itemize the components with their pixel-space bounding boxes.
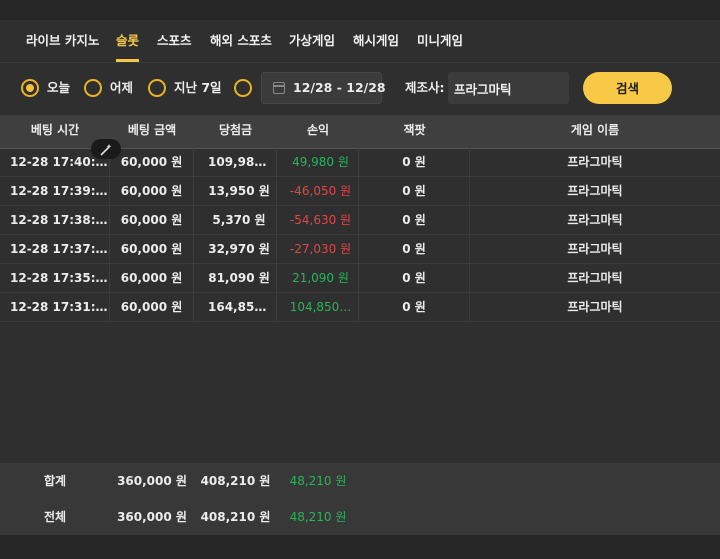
cell-bet-time: 12-28 17:31:… xyxy=(0,293,110,321)
cell-game-name: 프라그마틱 xyxy=(567,213,623,227)
filter-bar: 오늘 어제 지난 7일 12/28 - 12/28 제조사: 검색 xyxy=(0,62,720,115)
summary-row-subtotal: 합계 360,000 원 408,210 원 48,210 원 xyxy=(0,463,720,499)
radio-yesterday[interactable] xyxy=(84,79,102,97)
cell-jackpot: 0 원 xyxy=(359,235,470,263)
cell-jackpot: 0 원 xyxy=(359,206,470,234)
summary-label: 합계 xyxy=(43,474,67,488)
cell-game-name: 프라그마틱 xyxy=(567,242,623,256)
tab-live-casino[interactable]: 라이브 카지노 xyxy=(26,20,99,62)
column-jackpot[interactable]: 잭팟 xyxy=(359,115,470,148)
summary-footer: 합계 360,000 원 408,210 원 48,210 원 전체 360,0… xyxy=(0,463,720,535)
cell-bet-amount: 60,000 원 xyxy=(110,264,194,292)
summary-win-total: 408,210 원 xyxy=(200,510,271,524)
summary-win-total: 408,210 원 xyxy=(200,474,271,488)
column-game-name[interactable]: 게임 이름 xyxy=(470,115,720,148)
radio-yesterday-label[interactable]: 어제 xyxy=(110,79,133,97)
cell-winnings: 5,370 원 xyxy=(194,206,277,234)
cell-winnings: 13,950 원 xyxy=(194,177,277,205)
game-category-tabs: 라이브 카지노 슬롯 스포츠 해외 스포츠 가상게임 해시게임 미니게임 xyxy=(0,20,720,62)
cell-jackpot: 0 원 xyxy=(359,293,470,321)
cell-game-name: 프라그마틱 xyxy=(567,155,623,169)
tab-overseas-sports[interactable]: 해외 스포츠 xyxy=(210,20,272,62)
cell-jackpot: 0 원 xyxy=(359,148,470,176)
tab-virtual-game[interactable]: 가상게임 xyxy=(289,20,335,62)
radio-last-7-days[interactable] xyxy=(148,79,166,97)
summary-label: 전체 xyxy=(43,510,67,524)
cell-bet-time: 12-28 17:38:… xyxy=(0,206,110,234)
tab-sports[interactable]: 스포츠 xyxy=(157,20,192,62)
cell-profit-loss: 49,980 원 xyxy=(277,148,359,176)
calendar-icon xyxy=(273,82,285,94)
summary-profit-loss: 48,210 원 xyxy=(289,510,347,524)
cell-winnings: 164,850… xyxy=(194,293,277,321)
summary-profit-loss: 48,210 원 xyxy=(289,474,347,488)
date-range-text: 12/28 - 12/28 xyxy=(293,80,386,95)
radio-last-7-days-label[interactable]: 지난 7일 xyxy=(174,79,222,97)
radio-custom-range[interactable] xyxy=(234,79,252,97)
bottom-bar xyxy=(0,535,720,559)
table-row[interactable]: 12-28 17:39:… 60,000 원 13,950 원 -46,050 … xyxy=(0,177,720,206)
column-profit-loss[interactable]: 손익 xyxy=(277,115,359,148)
table-row[interactable]: 12-28 17:37:… 60,000 원 32,970 원 -27,030 … xyxy=(0,235,720,264)
table-row[interactable]: 12-28 17:31:… 60,000 원 164,850… 104,850…… xyxy=(0,293,720,322)
cell-game-name: 프라그마틱 xyxy=(567,300,623,314)
cell-profit-loss: 104,850… xyxy=(277,293,359,321)
table-row[interactable]: 12-28 17:35:… 60,000 원 81,090 원 21,090 원… xyxy=(0,264,720,293)
cell-winnings: 109,980… xyxy=(194,148,277,176)
cell-game-name: 프라그마틱 xyxy=(567,184,623,198)
cell-bet-amount: 60,000 원 xyxy=(110,177,194,205)
radio-today[interactable] xyxy=(21,79,39,97)
radio-selected-dot xyxy=(26,84,34,92)
cell-bet-amount: 60,000 원 xyxy=(110,235,194,263)
summary-bet-total: 360,000 원 xyxy=(117,474,187,488)
cell-bet-amount: 60,000 원 xyxy=(110,293,194,321)
column-bet-amount[interactable]: 베팅 금액 xyxy=(110,115,194,148)
radio-today-label[interactable]: 오늘 xyxy=(47,79,70,97)
cell-profit-loss: -27,030 원 xyxy=(277,235,359,263)
tab-hash-game[interactable]: 해시게임 xyxy=(353,20,399,62)
cell-winnings: 32,970 원 xyxy=(194,235,277,263)
summary-row-total: 전체 360,000 원 408,210 원 48,210 원 xyxy=(0,499,720,535)
provider-label: 제조사: xyxy=(405,80,445,95)
column-winnings[interactable]: 당첨금 xyxy=(194,115,277,148)
cell-bet-time: 12-28 17:35:… xyxy=(0,264,110,292)
date-range-picker[interactable]: 12/28 - 12/28 xyxy=(261,72,386,104)
cell-profit-loss: 21,090 원 xyxy=(277,264,359,292)
cell-jackpot: 0 원 xyxy=(359,264,470,292)
table-row[interactable]: 12-28 17:38:… 60,000 원 5,370 원 -54,630 원… xyxy=(0,206,720,235)
cell-winnings: 81,090 원 xyxy=(194,264,277,292)
tab-slot[interactable]: 슬롯 xyxy=(116,20,140,62)
magic-wand-icon[interactable] xyxy=(91,139,121,159)
cell-bet-amount: 60,000 원 xyxy=(110,206,194,234)
cell-game-name: 프라그마틱 xyxy=(567,271,623,285)
top-bar xyxy=(0,0,720,20)
tab-mini-game[interactable]: 미니게임 xyxy=(417,20,463,62)
cell-profit-loss: -46,050 원 xyxy=(277,177,359,205)
cell-jackpot: 0 원 xyxy=(359,177,470,205)
provider-input[interactable] xyxy=(448,72,569,104)
cell-bet-time: 12-28 17:37:… xyxy=(0,235,110,263)
summary-bet-total: 360,000 원 xyxy=(117,510,187,524)
cell-bet-amount: 60,000 원 xyxy=(110,148,194,176)
search-button[interactable]: 검색 xyxy=(583,72,672,104)
cell-profit-loss: -54,630 원 xyxy=(277,206,359,234)
cell-bet-time: 12-28 17:39:… xyxy=(0,177,110,205)
